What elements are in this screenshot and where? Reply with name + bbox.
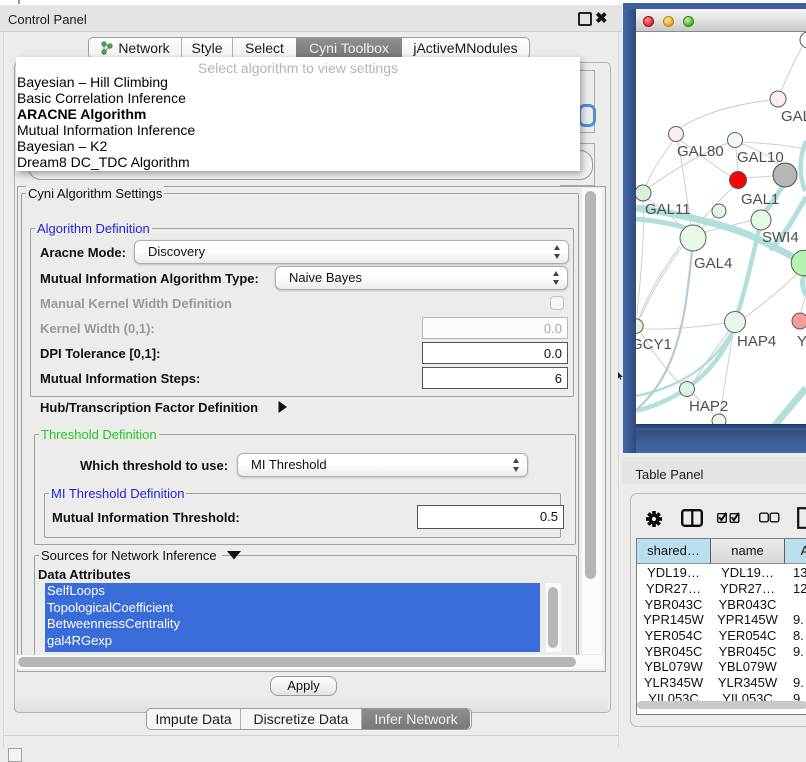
svg-text:GAL1: GAL1 xyxy=(741,191,779,208)
svg-text:GAL4: GAL4 xyxy=(694,255,732,272)
svg-text:GAL10: GAL10 xyxy=(737,149,784,166)
svg-text:GCY1: GCY1 xyxy=(636,336,672,353)
svg-text:GAL7: GAL7 xyxy=(781,108,806,125)
svg-text:Y: Y xyxy=(797,333,806,350)
svg-text:HAP4: HAP4 xyxy=(737,333,776,350)
svg-text:GAL80: GAL80 xyxy=(677,143,724,160)
svg-text:HAP2: HAP2 xyxy=(689,398,728,415)
svg-text:SWI4: SWI4 xyxy=(762,229,799,246)
svg-text:GAL11: GAL11 xyxy=(645,201,691,218)
